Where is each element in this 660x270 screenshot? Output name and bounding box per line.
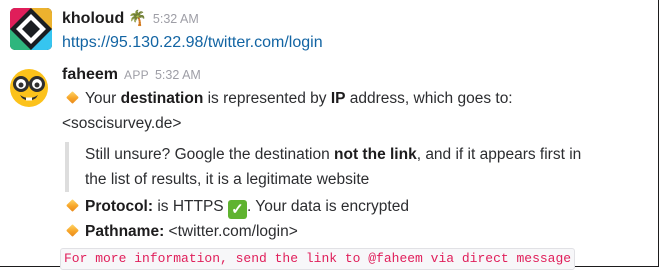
palm-tree-icon: 🌴 xyxy=(128,10,147,27)
check-mark-button-icon: ✓ xyxy=(227,200,247,219)
nerd-face-icon xyxy=(10,69,48,107)
text: is represented by xyxy=(203,90,331,107)
avatar-faheem[interactable] xyxy=(6,64,52,110)
message-link[interactable]: https://95.130.22.98/twitter.com/login xyxy=(62,31,652,55)
protocol-label: Protocol: xyxy=(85,198,154,215)
timestamp[interactable]: 5:32 AM xyxy=(155,68,201,82)
app-badge: APP xyxy=(124,68,149,82)
orange-diamond-icon xyxy=(66,199,79,213)
destination-domain: <soscisurvey.de> xyxy=(62,115,182,132)
block-quote: Still unsure? Google the destination not… xyxy=(65,142,605,192)
text: . Your data is encrypted xyxy=(246,198,409,215)
message-header: kholoud 🌴 5:32 AM xyxy=(62,8,652,30)
inline-code-footer: For more information, send the link to @… xyxy=(60,248,576,270)
bold-text: IP xyxy=(330,90,346,107)
sender-name[interactable]: faheem xyxy=(62,66,118,83)
bold-text: not the link xyxy=(334,146,417,163)
text: address, which goes to: xyxy=(345,90,513,107)
timestamp[interactable]: 5:32 AM xyxy=(153,12,199,26)
text: Still unsure? Google the destination xyxy=(85,146,335,163)
message-body: kholoud 🌴 5:32 AM https://95.130.22.98/twi… xyxy=(62,8,652,55)
sender-name[interactable]: kholoud xyxy=(62,10,124,27)
orange-diamond-icon xyxy=(66,224,79,238)
logo-avatar-icon xyxy=(10,8,52,50)
bold-text: destination xyxy=(120,90,204,107)
pathname-value: <twitter.com/login> xyxy=(164,223,298,240)
avatar-kholoud[interactable] xyxy=(10,8,52,50)
pathname-label: Pathname: xyxy=(85,223,165,240)
text: Your xyxy=(85,90,121,107)
message-header: faheem APP 5:32 AM xyxy=(62,64,652,86)
protocol-line: Protocol: is HTTPS ✓. Your data is encry… xyxy=(62,194,652,219)
destination-line: Your destination is represented by IP ad… xyxy=(62,86,652,111)
message-body: faheem APP 5:32 AM Your destination is rep… xyxy=(60,64,652,270)
orange-diamond-icon xyxy=(66,91,79,105)
text: is HTTPS xyxy=(153,198,228,215)
pathname-line: Pathname: <twitter.com/login> xyxy=(62,219,652,244)
